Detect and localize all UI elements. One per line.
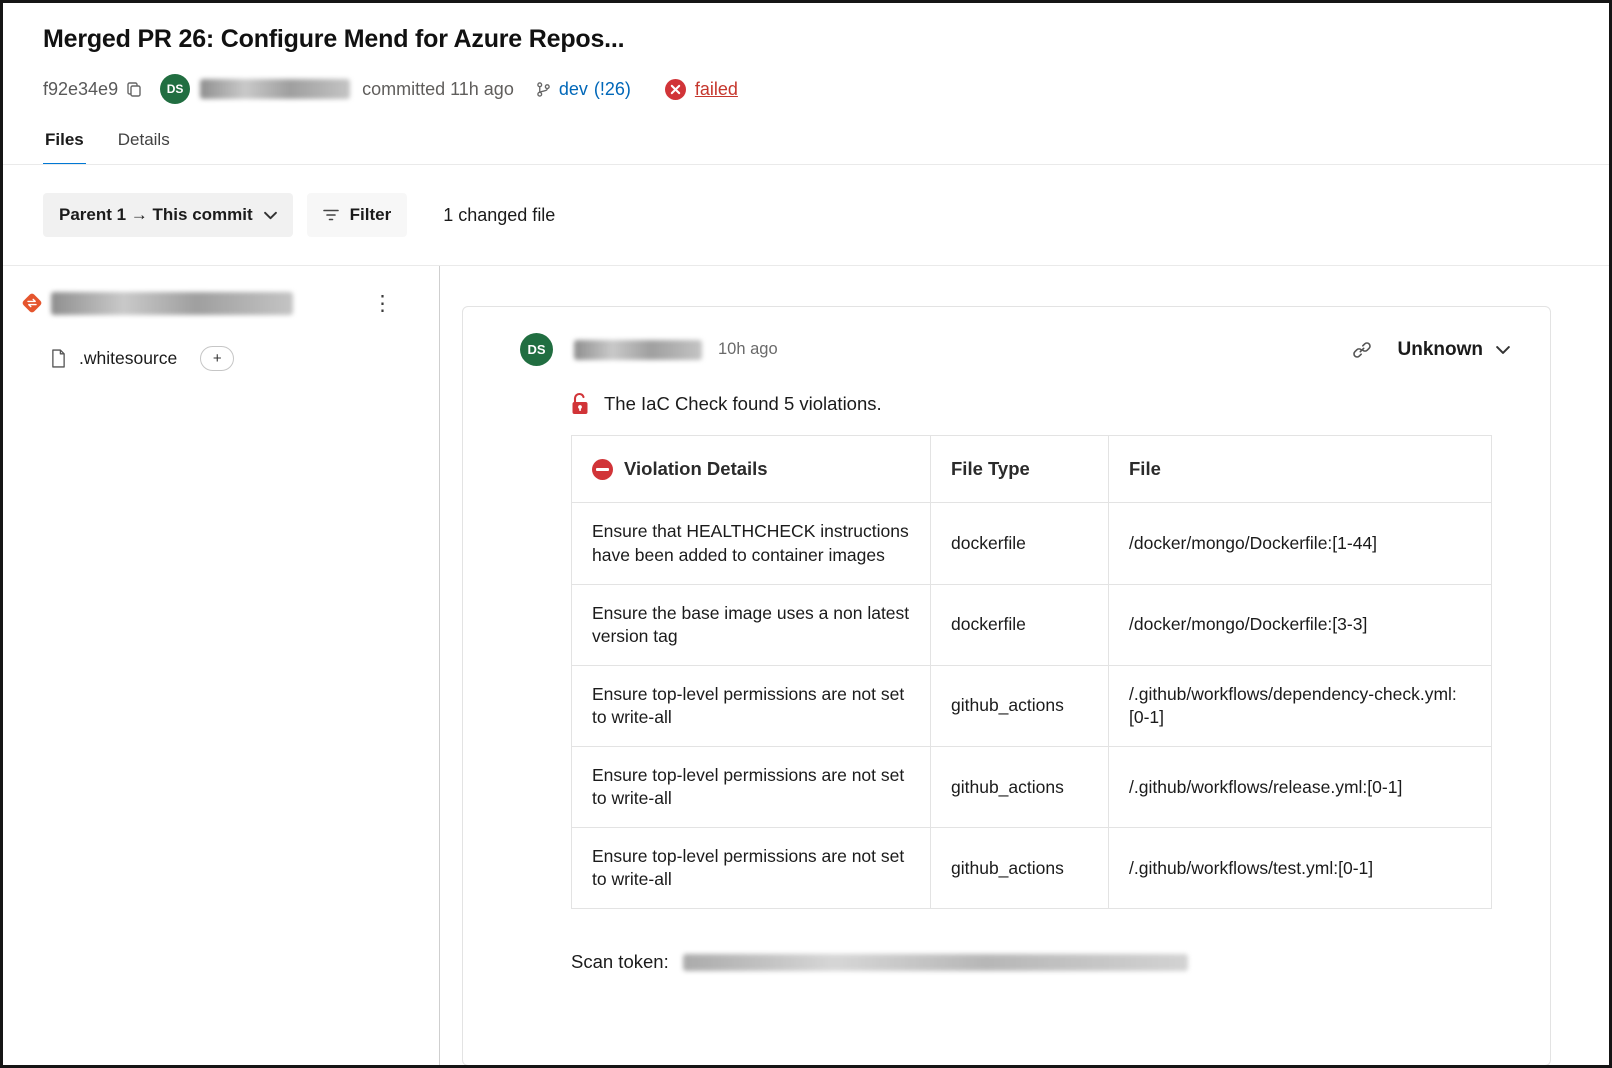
table-row: Ensure that HEALTHCHECK instructions hav… bbox=[572, 503, 1492, 584]
failed-status-link[interactable]: failed bbox=[695, 79, 738, 100]
tree-root-row[interactable]: ⋮ bbox=[3, 282, 439, 324]
file-cell: /docker/mongo/Dockerfile:[3-3] bbox=[1109, 584, 1492, 665]
file-type-cell: dockerfile bbox=[931, 503, 1109, 584]
branch-link[interactable]: dev (!26) bbox=[559, 79, 631, 100]
comment-status-dropdown[interactable]: Unknown bbox=[1398, 339, 1511, 361]
tab-details[interactable]: Details bbox=[116, 130, 172, 164]
page-header: Merged PR 26: Configure Mend for Azure R… bbox=[3, 3, 1609, 164]
page-title: Merged PR 26: Configure Mend for Azure R… bbox=[43, 25, 1569, 54]
col-violation-details: Violation Details bbox=[572, 436, 931, 503]
comment-author-redacted bbox=[574, 340, 702, 360]
scan-token-redacted bbox=[683, 954, 1188, 971]
filter-label: Filter bbox=[350, 205, 392, 225]
chevron-down-icon bbox=[264, 211, 277, 220]
iac-message-text: The IaC Check found 5 violations. bbox=[604, 393, 882, 415]
table-header-row: Violation Details File Type File bbox=[572, 436, 1492, 503]
file-cell: /docker/mongo/Dockerfile:[1-44] bbox=[1109, 503, 1492, 584]
diff-selector-dropdown[interactable]: Parent 1 → This commit bbox=[43, 193, 293, 237]
branch-info: dev (!26) bbox=[536, 79, 631, 100]
table-row: Ensure the base image uses a non latest … bbox=[572, 584, 1492, 665]
file-cell: /.github/workflows/dependency-check.yml:… bbox=[1109, 665, 1492, 746]
scan-token-row: Scan token: bbox=[571, 951, 1510, 973]
pr-number-link: (!26) bbox=[594, 79, 631, 100]
commit-time-text: committed 11h ago bbox=[362, 79, 514, 100]
diff-toolbar: Parent 1 → This commit Filter 1 changed … bbox=[3, 165, 1609, 265]
committer-avatar: DS bbox=[160, 74, 190, 104]
link-icon[interactable] bbox=[1352, 340, 1372, 360]
comment-timestamp: 10h ago bbox=[718, 340, 778, 359]
violation-cell: Ensure top-level permissions are not set… bbox=[572, 665, 931, 746]
diff-main-panel: DS 10h ago Unknown bbox=[440, 266, 1609, 1065]
table-row: Ensure top-level permissions are not set… bbox=[572, 746, 1492, 827]
repo-name-redacted bbox=[51, 292, 293, 315]
file-type-cell: github_actions bbox=[931, 746, 1109, 827]
table-row: Ensure top-level permissions are not set… bbox=[572, 665, 1492, 746]
changed-files-count: 1 changed file bbox=[443, 205, 555, 226]
violation-cell: Ensure top-level permissions are not set… bbox=[572, 746, 931, 827]
file-icon bbox=[51, 349, 66, 368]
tab-files[interactable]: Files bbox=[43, 130, 86, 165]
iac-message-row: The IaC Check found 5 violations. bbox=[571, 392, 1510, 415]
filter-icon bbox=[323, 208, 339, 222]
violation-cell: Ensure that HEALTHCHECK instructions hav… bbox=[572, 503, 931, 584]
table-row: Ensure top-level permissions are not set… bbox=[572, 828, 1492, 909]
branch-icon bbox=[536, 81, 551, 98]
comment-card: DS 10h ago Unknown bbox=[462, 306, 1551, 1065]
no-entry-icon bbox=[592, 459, 613, 480]
file-type-cell: github_actions bbox=[931, 828, 1109, 909]
committer-name-redacted bbox=[200, 79, 350, 99]
comment-avatar: DS bbox=[520, 333, 553, 366]
comment-status-label: Unknown bbox=[1398, 339, 1484, 361]
comment-body: The IaC Check found 5 violations. Violat… bbox=[571, 392, 1510, 973]
file-tree-sidebar: ⋮ .whitesource + bbox=[3, 266, 440, 1065]
diff-selector-label: Parent 1 → This commit bbox=[59, 205, 253, 225]
copy-icon[interactable] bbox=[126, 81, 142, 97]
file-name-label: .whitesource bbox=[79, 348, 177, 369]
commit-hash: f92e34e9 bbox=[43, 79, 118, 100]
col-file-type: File Type bbox=[931, 436, 1109, 503]
file-type-cell: github_actions bbox=[931, 665, 1109, 746]
content-split: ⋮ .whitesource + DS 10h ago Unknown bbox=[3, 265, 1609, 1065]
violations-table: Violation Details File Type File Ensure … bbox=[571, 435, 1492, 909]
chevron-down-icon bbox=[1496, 345, 1510, 355]
branch-name: dev bbox=[559, 79, 588, 100]
tab-bar: Files Details bbox=[43, 130, 1569, 164]
filter-button[interactable]: Filter bbox=[307, 193, 408, 237]
violation-cell: Ensure the base image uses a non latest … bbox=[572, 584, 931, 665]
comment-header: DS 10h ago Unknown bbox=[520, 333, 1510, 366]
file-cell: /.github/workflows/release.yml:[0-1] bbox=[1109, 746, 1492, 827]
file-cell: /.github/workflows/test.yml:[0-1] bbox=[1109, 828, 1492, 909]
file-type-cell: dockerfile bbox=[931, 584, 1109, 665]
tree-file-row[interactable]: .whitesource + bbox=[3, 338, 439, 379]
col-file: File bbox=[1109, 436, 1492, 503]
file-added-badge: + bbox=[200, 346, 234, 371]
scan-token-label: Scan token: bbox=[571, 951, 669, 973]
build-status: failed bbox=[665, 79, 738, 100]
more-options-icon[interactable]: ⋮ bbox=[372, 293, 393, 314]
lock-icon bbox=[571, 392, 589, 415]
commit-meta-row: f92e34e9 DS committed 11h ago dev (!26) … bbox=[43, 74, 1569, 104]
violation-cell: Ensure top-level permissions are not set… bbox=[572, 828, 931, 909]
failed-status-icon bbox=[665, 79, 686, 100]
repo-change-icon bbox=[19, 290, 45, 316]
